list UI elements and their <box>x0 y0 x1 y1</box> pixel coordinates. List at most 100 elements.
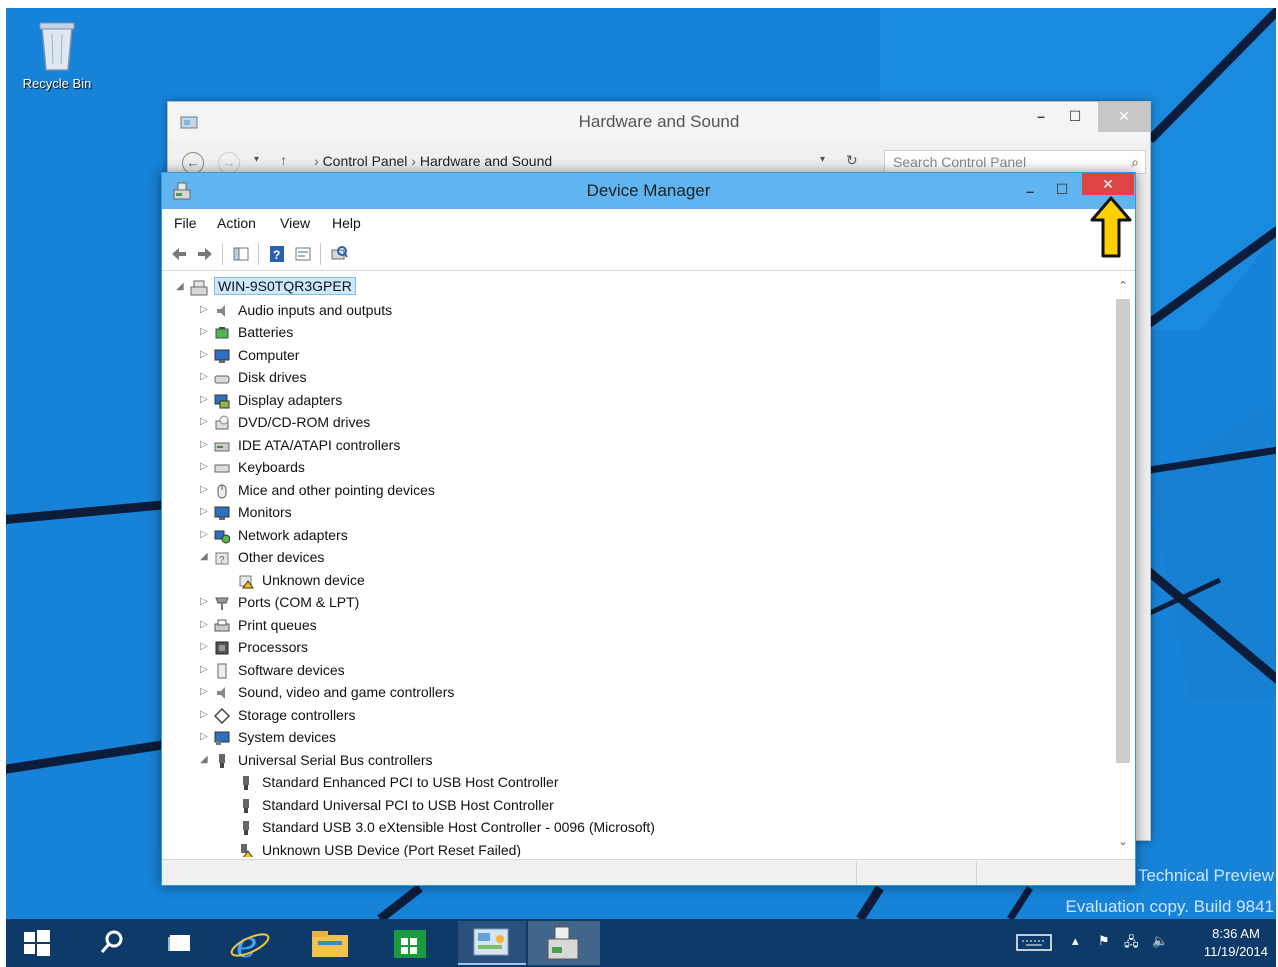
up-arrow-icon[interactable]: ↑ <box>280 152 287 168</box>
volume-icon[interactable]: 🔈 <box>1152 933 1168 949</box>
address-dropdown-icon[interactable]: ▾ <box>820 154 825 165</box>
hs-search-input[interactable]: Search Control Panel ⌕ <box>884 150 1146 174</box>
tree-item-label: Standard Universal PCI to USB Host Contr… <box>262 796 554 813</box>
show-hidden-icons-chevron-icon[interactable]: ▴ <box>1072 933 1079 949</box>
toolbar-separator <box>222 243 223 265</box>
expand-arrow-icon[interactable]: ▷ <box>200 439 210 450</box>
breadcrumb-control-panel[interactable]: Control Panel <box>323 153 408 169</box>
taskbar-control-panel[interactable] <box>458 921 526 965</box>
device-tree[interactable]: ◢ WIN-9S0TQR3GPER ▷ Audio inputs and outp… <box>162 275 1110 857</box>
network-icon[interactable]: 🖧 <box>1124 933 1139 955</box>
tree-item-label: Other devices <box>238 549 325 565</box>
breadcrumb-hardware-and-sound[interactable]: Hardware and Sound <box>420 153 552 169</box>
scroll-down-arrow-icon[interactable]: ⌄ <box>1116 835 1130 848</box>
other-devices-icon: ? <box>214 550 230 566</box>
usb-icon <box>238 820 254 836</box>
status-segment <box>856 862 976 884</box>
dm-window-title: Device Manager <box>586 181 711 200</box>
expand-arrow-icon[interactable]: ▷ <box>200 709 210 720</box>
toolbar-separator <box>258 243 259 265</box>
action-center-flag-icon[interactable]: ⚑ <box>1098 933 1110 949</box>
tree-item-label: Software devices <box>238 661 345 678</box>
watermark-line-2: Evaluation copy. Build 9841 <box>1065 897 1274 916</box>
forward-arrow-icon[interactable]: → <box>218 152 240 174</box>
collapse-arrow-icon[interactable]: ◢ <box>200 754 210 765</box>
expand-arrow-icon[interactable]: ▷ <box>200 641 210 652</box>
software-device-icon <box>214 663 230 679</box>
expand-arrow-icon[interactable]: ▷ <box>200 731 210 742</box>
expand-arrow-icon[interactable]: ▷ <box>200 371 210 382</box>
back-arrow-icon[interactable]: ← <box>182 152 204 174</box>
tree-root-label: WIN-9S0TQR3GPER <box>214 277 356 295</box>
tree-item-label: DVD/CD-ROM drives <box>238 414 371 430</box>
back-arrow-icon[interactable] <box>170 245 188 263</box>
hs-titlebar[interactable]: Hardware and Sound – ☐ ✕ <box>168 102 1150 142</box>
tree-item-label: Monitors <box>238 504 292 520</box>
expand-arrow-icon[interactable]: ▷ <box>200 529 210 540</box>
expand-arrow-icon[interactable]: ▷ <box>200 664 210 675</box>
forward-arrow-icon[interactable] <box>196 245 214 263</box>
tree-item-label: IDE ATA/ATAPI controllers <box>238 436 401 453</box>
menu-view[interactable]: View <box>280 215 310 231</box>
hs-maximize-button[interactable]: ☐ <box>1060 102 1090 132</box>
expand-arrow-icon[interactable]: ▷ <box>200 596 210 607</box>
tree-vertical-scrollbar[interactable]: ⌃ ⌄ <box>1112 275 1134 857</box>
expand-arrow-icon[interactable]: ▷ <box>200 686 210 697</box>
properties-icon[interactable] <box>294 245 312 263</box>
scan-hardware-changes-icon[interactable] <box>330 245 348 263</box>
show-hide-console-tree-icon[interactable] <box>232 245 250 263</box>
scroll-up-arrow-icon[interactable]: ⌃ <box>1116 279 1130 292</box>
hs-close-button[interactable]: ✕ <box>1098 102 1150 132</box>
tree-item-label: Unknown USB Device (Port Reset Failed) <box>262 841 522 858</box>
expand-arrow-icon[interactable]: ▷ <box>200 484 210 495</box>
tree-item-label: Display adapters <box>238 391 343 408</box>
hs-minimize-button[interactable]: – <box>1026 102 1056 132</box>
dm-toolbar: ? <box>162 237 1135 271</box>
taskbar-device-manager[interactable] <box>528 921 600 965</box>
system-device-icon <box>214 730 230 746</box>
expand-arrow-icon[interactable]: ▷ <box>200 394 210 405</box>
help-icon[interactable]: ? <box>268 245 286 263</box>
breadcrumb-separator-icon: › <box>314 153 323 169</box>
collapse-arrow-icon[interactable]: ◢ <box>200 551 210 562</box>
dm-minimize-button[interactable]: – <box>1015 177 1045 207</box>
tree-item-label: Disk drives <box>238 369 307 385</box>
menu-file[interactable]: File <box>174 215 197 231</box>
dm-titlebar[interactable]: Device Manager – ☐ ✕ <box>162 173 1135 209</box>
touch-keyboard-icon[interactable] <box>1016 932 1052 955</box>
refresh-icon[interactable]: ↻ <box>846 152 858 169</box>
dm-close-button[interactable]: ✕ <box>1082 173 1134 195</box>
taskbar-store[interactable] <box>376 921 444 965</box>
hs-address-bar: ← → ▾ ↑ › Control Panel › Hardware and S… <box>168 144 1150 174</box>
hs-breadcrumb[interactable]: › Control Panel › Hardware and Sound <box>308 150 838 174</box>
search-icon <box>100 930 123 953</box>
device-manager-window[interactable]: Device Manager – ☐ ✕ File Action View He… <box>161 172 1136 886</box>
expand-arrow-icon[interactable]: ▷ <box>200 416 210 427</box>
watermark-line-1: Technical Preview <box>1137 866 1274 885</box>
recycle-bin[interactable]: Recycle Bin <box>14 18 100 91</box>
taskbar-clock[interactable]: 8:36 AM 11/19/2014 <box>1204 925 1268 961</box>
taskbar-internet-explorer[interactable]: e <box>216 921 284 966</box>
expand-arrow-icon[interactable]: ▷ <box>200 506 210 517</box>
expand-arrow-icon[interactable]: ▷ <box>200 349 210 360</box>
menu-help[interactable]: Help <box>332 215 361 231</box>
expand-arrow-icon[interactable]: ▷ <box>200 326 210 337</box>
expand-arrow-icon[interactable]: ▷ <box>200 304 210 315</box>
collapse-arrow-icon[interactable]: ◢ <box>176 281 186 292</box>
recent-locations-chevron-icon[interactable]: ▾ <box>254 154 259 165</box>
start-button[interactable] <box>6 921 74 965</box>
expand-arrow-icon[interactable]: ▷ <box>200 461 210 472</box>
dm-menubar: File Action View Help <box>162 209 1135 237</box>
sound-controller-icon <box>214 685 230 701</box>
mouse-icon <box>214 483 230 499</box>
tree-item-label: Audio inputs and outputs <box>238 301 393 318</box>
task-view-button[interactable] <box>146 921 214 965</box>
expand-arrow-icon[interactable]: ▷ <box>200 619 210 630</box>
menu-action[interactable]: Action <box>217 215 256 231</box>
taskbar-file-explorer[interactable] <box>296 921 364 965</box>
tree-item-label: Print queues <box>238 616 317 633</box>
dm-maximize-button[interactable]: ☐ <box>1047 175 1077 205</box>
scrollbar-thumb[interactable] <box>1116 299 1130 763</box>
svg-text:e: e <box>236 925 257 965</box>
search-button[interactable] <box>76 921 144 965</box>
